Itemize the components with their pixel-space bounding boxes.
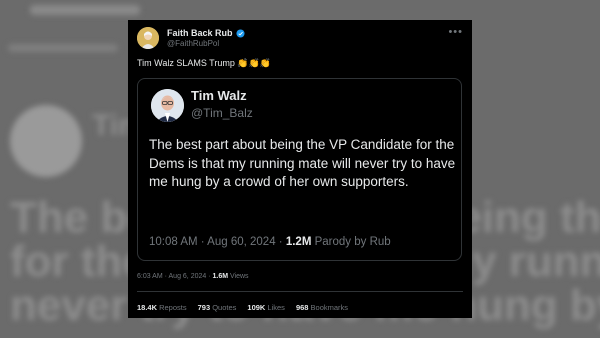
quoted-suffix: Parody by Rub [311,236,391,248]
reposts-stat[interactable]: 18.4K Reposts [137,303,187,312]
more-options-icon[interactable]: ••• [448,26,463,38]
reposts-label: Reposts [157,303,187,312]
author-name-row: Faith Back Rub [167,28,245,38]
author-meta: Faith Back Rub @FaithRubPol [167,28,245,48]
avatar-image [137,27,159,49]
quoted-footer: 10:08 AM · Aug 60, 2024 · 1.2M Parody by… [149,236,391,248]
quoted-handle[interactable]: @Tim_Balz [191,106,253,120]
quoted-views: 1.2M [285,236,312,248]
quotes-count: 793 [197,303,211,312]
quoted-tweet[interactable]: Tim Walz @Tim_Balz The best part about b… [137,78,462,261]
quoted-time: 10:08 AM · Aug 60, 2024 · [149,236,286,248]
bookmarks-stat[interactable]: 968 Bookmarks [296,303,348,312]
divider [137,291,463,292]
quoted-name[interactable]: Tim Walz [191,88,247,103]
verified-badge-icon [235,28,245,38]
quoted-text: The best part about being the VP Candida… [149,137,456,189]
author-handle[interactable]: @FaithRubPol [167,39,245,48]
post-time[interactable]: 6:03 AM · Aug 6, 2024 · [137,273,213,280]
likes-count: 109K [247,303,266,312]
likes-stat[interactable]: 109K Likes [247,303,285,312]
quotes-label: Quotes [210,303,237,312]
tweet-card: Faith Back Rub @FaithRubPol ••• Tim Walz… [128,20,472,318]
post-meta: 6:03 AM · Aug 6, 2024 · 1.6M Views [137,273,249,280]
post-views-label: Views [228,273,249,280]
quoted-avatar[interactable] [151,89,184,122]
quotes-stat[interactable]: 793 Quotes [198,303,237,312]
background-blur-bar [30,5,140,15]
engagement-stats: 18.4K Reposts 793 Quotes 109K Likes 968 … [137,303,348,312]
likes-label: Likes [265,303,285,312]
author-name[interactable]: Faith Back Rub [167,28,233,38]
avatar[interactable] [137,27,159,49]
tweet-text: Tim Walz SLAMS Trump 👏👏👏 [137,58,271,69]
bookmarks-label: Bookmarks [308,303,349,312]
bookmarks-count: 968 [295,303,309,312]
background-blur-bar [8,44,118,52]
background-avatar [10,105,82,177]
reposts-count: 18.4K [137,303,158,312]
author-header: Faith Back Rub @FaithRubPol [137,27,245,49]
tweet-text-body: Tim Walz SLAMS Trump [137,58,235,68]
post-views: 1.6M [212,273,229,280]
quoted-avatar-image [151,89,184,122]
clapping-hands-icon: 👏👏👏 [237,58,271,68]
